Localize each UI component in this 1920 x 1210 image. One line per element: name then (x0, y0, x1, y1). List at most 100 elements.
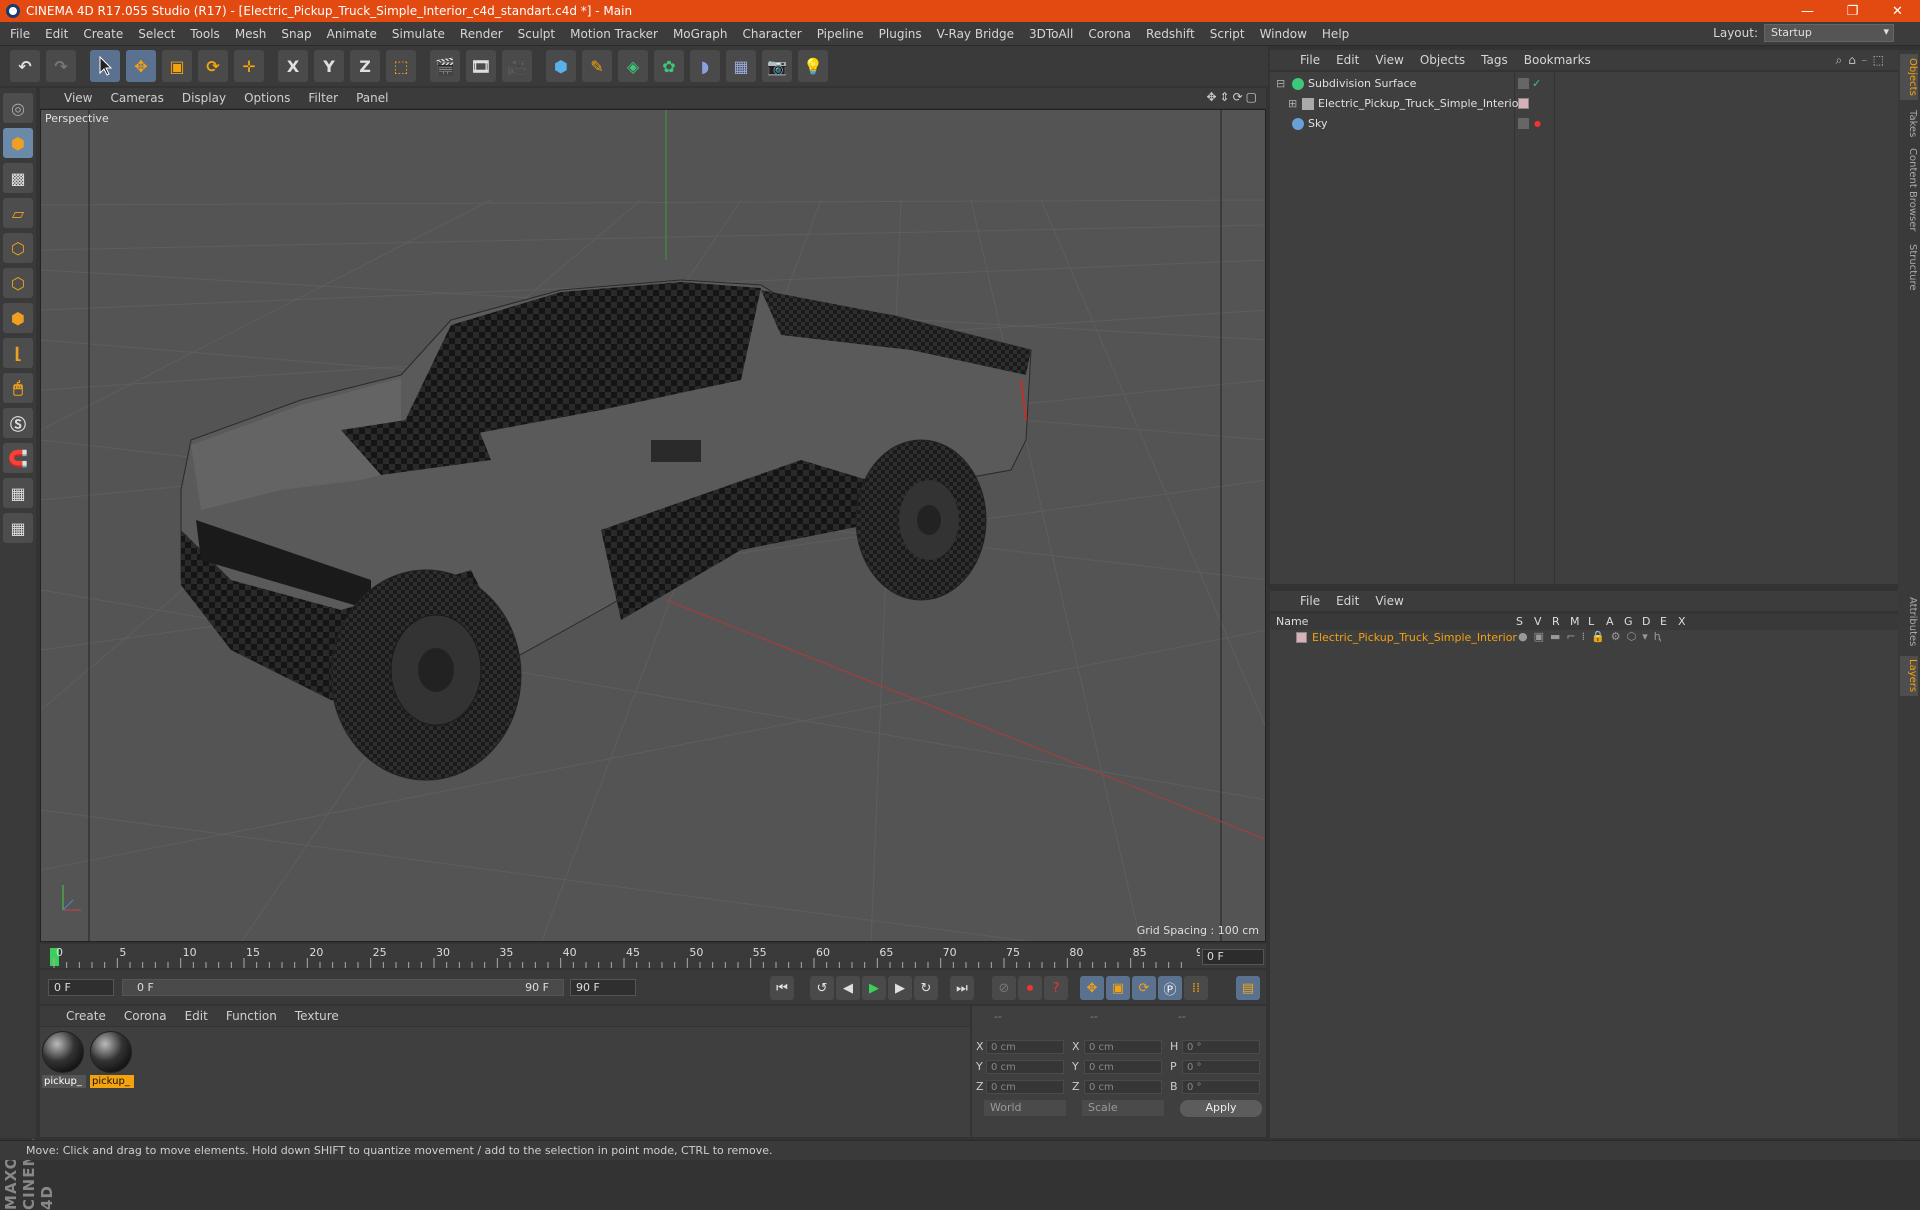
tab-content-browser[interactable]: Content Browser (1900, 148, 1918, 232)
menu-motion-tracker[interactable]: Motion Tracker (570, 27, 658, 41)
light-icon[interactable]: 💡 (798, 50, 828, 82)
layer-col-render[interactable]: R (1552, 615, 1560, 628)
size-x-field[interactable]: 0 cm (1084, 1040, 1162, 1054)
rotate-tool-icon[interactable]: ⟳ (198, 50, 228, 82)
coordinate-system-icon[interactable]: ⬚ (386, 50, 416, 82)
menu-redshift[interactable]: Redshift (1146, 27, 1195, 41)
rotation-h-field[interactable]: 0 ° (1182, 1040, 1260, 1054)
make-editable-icon[interactable]: ◎ (3, 93, 33, 123)
key-pla-icon[interactable]: ⁞⁞ (1184, 976, 1208, 1000)
scale-dropdown[interactable]: Scale (1082, 1100, 1164, 1116)
key-rotation-icon[interactable]: ⟳ (1132, 976, 1156, 1000)
world-dropdown[interactable]: World (984, 1100, 1066, 1116)
start-frame-field[interactable]: 0 F (48, 979, 114, 996)
material-swatch[interactable]: pickup_ (42, 1031, 86, 1088)
menu-mograph[interactable]: MoGraph (673, 27, 728, 41)
frame-range-slider[interactable]: 0 F 90 F (122, 979, 564, 996)
tab-layers[interactable]: Layers (1900, 656, 1918, 696)
undo-icon[interactable]: ↶ (10, 50, 40, 82)
next-frame-icon[interactable]: ▶ (888, 976, 912, 1000)
select-arrow-icon[interactable] (90, 50, 120, 82)
viewport-menu-options[interactable]: Options (244, 91, 290, 105)
material-swatch-selected[interactable]: pickup_ (90, 1031, 134, 1088)
layer-col-solo[interactable]: S (1516, 615, 1523, 628)
layer-col-expressions[interactable]: E (1660, 615, 1667, 628)
layer-menu-view[interactable]: View (1375, 594, 1403, 608)
position-y-field[interactable]: 0 cm (986, 1060, 1064, 1074)
autokey-icon[interactable]: ? (1044, 976, 1068, 1000)
restore-button[interactable]: ❐ (1830, 0, 1875, 22)
render-settings-icon[interactable]: 🎥 (502, 50, 532, 82)
camera-icon[interactable]: 📷 (762, 50, 792, 82)
floor-scene-icon[interactable]: ▦ (726, 50, 756, 82)
model-mode-icon[interactable]: ⬢ (3, 128, 33, 158)
mograph-cloner-icon[interactable]: ✿ (654, 50, 684, 82)
material-menu-function[interactable]: Function (226, 1009, 277, 1023)
subdivision-generator-icon[interactable]: ◈ (618, 50, 648, 82)
viewport-nav-icons[interactable]: ✥⇕⟳▢ (1206, 90, 1260, 104)
layer-col-generators[interactable]: G (1624, 615, 1633, 628)
render-view-icon[interactable]: 🎬 (430, 50, 460, 82)
edit-visibility-icon[interactable] (1518, 78, 1529, 89)
menu-corona[interactable]: Corona (1088, 27, 1131, 41)
motion-record-icon[interactable]: ⊘ (992, 976, 1016, 1000)
layer-menu-file[interactable]: File (1300, 594, 1320, 608)
menu-window[interactable]: Window (1260, 27, 1307, 41)
object-row[interactable]: Sky ● (1270, 114, 1898, 134)
live-select-icon[interactable]: ✛ (234, 50, 264, 82)
viewport-menu-panel[interactable]: Panel (356, 91, 388, 105)
layer-col-name[interactable]: Name (1276, 615, 1308, 628)
object-menu-file[interactable]: File (1300, 53, 1320, 67)
object-menu-objects[interactable]: Objects (1420, 53, 1465, 67)
layer-toggle-icons[interactable]: ●▣▬⌐⁞🔒⚙⬡▾ⱨ (1518, 630, 1667, 643)
position-x-field[interactable]: 0 cm (986, 1040, 1064, 1054)
layout-dropdown[interactable]: Startup (1764, 24, 1894, 42)
close-button[interactable]: ✕ (1875, 0, 1920, 22)
next-key-icon[interactable]: ↻ (914, 976, 938, 1000)
scale-tool-icon[interactable]: ▣ (162, 50, 192, 82)
current-frame-field[interactable]: 0 F (1202, 949, 1264, 965)
previous-key-icon[interactable]: ↺ (810, 976, 834, 1000)
grid-icon[interactable]: ▦ (3, 513, 33, 543)
solo-mode-icon[interactable]: Ⓢ (3, 408, 33, 438)
texture-mode-icon[interactable]: ▩ (3, 163, 33, 193)
menu-character[interactable]: Character (742, 27, 801, 41)
menu-mesh[interactable]: Mesh (235, 27, 267, 41)
tab-takes[interactable]: Takes (1900, 106, 1918, 142)
layer-row[interactable]: Electric_Pickup_Truck_Simple_Interior ●▣… (1270, 630, 1898, 646)
object-menu-tags[interactable]: Tags (1481, 53, 1508, 67)
material-menu-corona[interactable]: Corona (124, 1009, 167, 1023)
menu-edit[interactable]: Edit (45, 27, 68, 41)
viewport-menu-cameras[interactable]: Cameras (110, 91, 163, 105)
viewport-menu-filter[interactable]: Filter (308, 91, 338, 105)
timeline-window-icon[interactable]: ▤ (1236, 976, 1260, 1000)
redo-icon[interactable]: ↷ (46, 50, 76, 82)
object-row[interactable]: ⊞ Electric_Pickup_Truck_Simple_Interior (1270, 94, 1898, 114)
menu-pipeline[interactable]: Pipeline (817, 27, 864, 41)
object-menu-edit[interactable]: Edit (1336, 53, 1359, 67)
timeline-ruler[interactable]: 0 5 10 15 20 25 30 35 40 45 50 55 60 65 70 75 80 85 90 0 F (40, 944, 1266, 968)
menu-3dtoall[interactable]: 3DToAll (1029, 27, 1073, 41)
layer-menu-edit[interactable]: Edit (1336, 594, 1359, 608)
expand-icon[interactable]: ⊞ (1288, 94, 1297, 114)
layer-col-xref[interactable]: X (1678, 615, 1686, 628)
layer-col-deformers[interactable]: D (1642, 615, 1650, 628)
menu-animate[interactable]: Animate (327, 27, 377, 41)
size-z-field[interactable]: 0 cm (1084, 1080, 1162, 1094)
snapping-icon[interactable]: 🧲 (3, 443, 33, 473)
viewport-menu-display[interactable]: Display (182, 91, 226, 105)
object-menu-view[interactable]: View (1375, 53, 1403, 67)
rotation-b-field[interactable]: 0 ° (1182, 1080, 1260, 1094)
menu-snap[interactable]: Snap (281, 27, 311, 41)
key-scale-icon[interactable]: ▣ (1106, 976, 1130, 1000)
key-position-icon[interactable]: ✥ (1080, 976, 1104, 1000)
menu-script[interactable]: Script (1210, 27, 1245, 41)
move-tool-icon[interactable]: ✥ (126, 50, 156, 82)
menu-plugins[interactable]: Plugins (879, 27, 922, 41)
object-row[interactable]: ⊟ Subdivision Surface ✓ (1270, 74, 1898, 94)
material-tag-icon[interactable] (1518, 98, 1529, 109)
menu-file[interactable]: File (10, 27, 30, 41)
render-picture-viewer-icon[interactable]: 🎞 (466, 50, 496, 82)
y-axis-lock-button[interactable]: Y (314, 50, 344, 82)
end-frame-field[interactable]: 90 F (570, 979, 636, 996)
